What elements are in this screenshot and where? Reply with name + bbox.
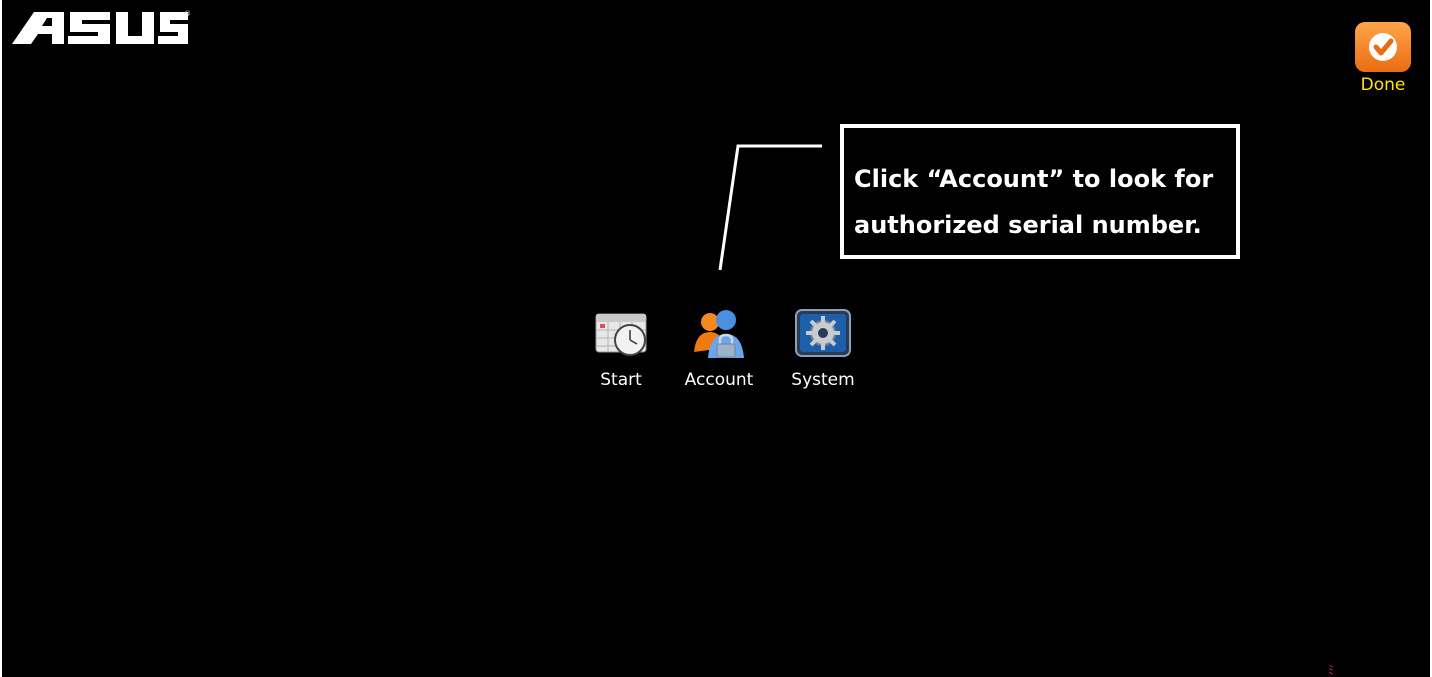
app-label-account: Account — [684, 370, 754, 390]
desktop-screen: ® Done Click “Account” to look for autho… — [0, 0, 1432, 677]
app-start[interactable]: Start — [573, 308, 669, 390]
status-indicator-icon: ﾐ — [1328, 663, 1335, 677]
callout-line-1: Click “Account” to look for — [854, 165, 1214, 193]
callout-text: Click “Account” to look for authorized s… — [854, 156, 1236, 248]
app-account[interactable]: Account — [671, 308, 767, 390]
app-system[interactable]: System — [775, 308, 871, 390]
app-label-start: Start — [600, 370, 642, 390]
done-label: Done — [1360, 75, 1406, 95]
instruction-callout: Click “Account” to look for authorized s… — [840, 124, 1240, 259]
registered-mark: ® — [184, 10, 191, 18]
calendar-clock-icon — [595, 313, 647, 356]
users-lock-icon — [694, 310, 744, 358]
callout-line-2: authorized serial number. — [854, 211, 1202, 239]
done-button[interactable]: Done — [1352, 22, 1414, 95]
check-icon — [1355, 22, 1411, 72]
app-label-system: System — [791, 370, 855, 390]
asus-logo: ® — [12, 10, 191, 44]
gear-monitor-icon — [795, 309, 851, 357]
